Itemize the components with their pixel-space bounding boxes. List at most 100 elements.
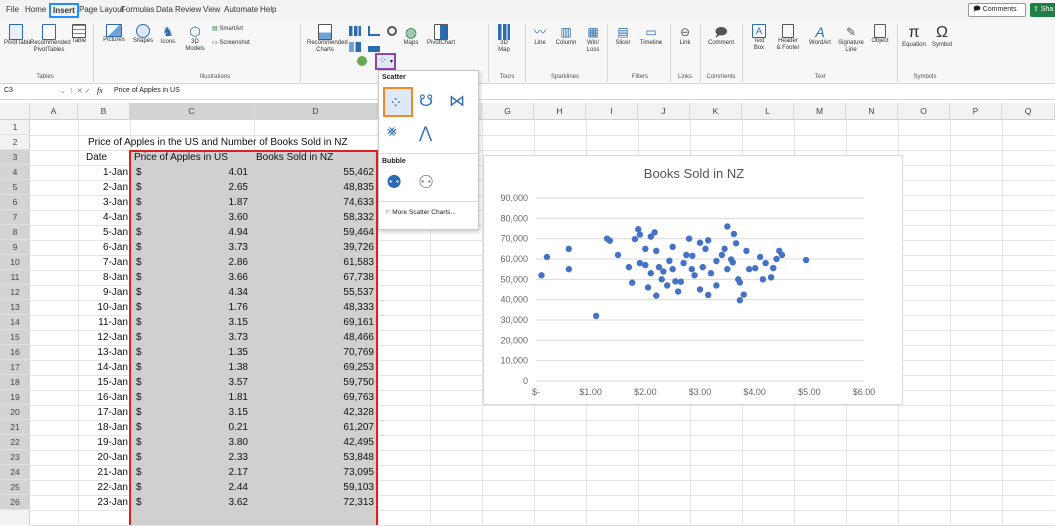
- currency-symbol[interactable]: $: [136, 465, 142, 480]
- data-point[interactable]: [752, 265, 759, 272]
- column-header[interactable]: A: [30, 103, 78, 120]
- sparkline-column-button[interactable]: ▥ Column: [553, 24, 579, 47]
- data-point[interactable]: [691, 272, 698, 279]
- data-point[interactable]: [666, 257, 673, 265]
- books-cell[interactable]: 74,633: [256, 195, 374, 210]
- equation-button[interactable]: π Equation: [900, 24, 928, 49]
- data-point[interactable]: [767, 274, 775, 281]
- share-button[interactable]: ⇧ Sha: [1030, 3, 1055, 17]
- slicer-button[interactable]: ▤ Slicer: [612, 24, 634, 47]
- data-point[interactable]: [721, 245, 728, 253]
- menu-home[interactable]: Home: [25, 5, 46, 14]
- bar-chart-icon[interactable]: [349, 42, 361, 52]
- header-footer-button[interactable]: Header & Footer: [773, 24, 803, 52]
- currency-symbol[interactable]: $: [136, 240, 142, 255]
- date-cell[interactable]: 6-Jan: [78, 240, 128, 255]
- books-cell[interactable]: 69,763: [256, 390, 374, 405]
- menu-help[interactable]: Help: [260, 5, 276, 14]
- data-point[interactable]: [644, 284, 652, 291]
- books-cell[interactable]: 48,835: [256, 180, 374, 195]
- date-cell[interactable]: 16-Jan: [78, 390, 128, 405]
- currency-symbol[interactable]: $: [136, 405, 142, 420]
- data-point[interactable]: [685, 235, 693, 242]
- data-point[interactable]: [658, 276, 665, 283]
- data-point[interactable]: [713, 257, 720, 265]
- column-header[interactable]: I: [586, 103, 638, 120]
- date-cell[interactable]: 9-Jan: [78, 285, 128, 300]
- column-header[interactable]: J: [638, 103, 690, 120]
- row-header[interactable]: 21: [0, 420, 30, 435]
- data-point[interactable]: [642, 245, 649, 253]
- row-header[interactable]: 11: [0, 270, 30, 285]
- price-cell[interactable]: 1.87: [150, 195, 248, 210]
- data-point[interactable]: [592, 312, 600, 320]
- menu-file[interactable]: File: [6, 5, 19, 14]
- price-cell[interactable]: 3.80: [150, 435, 248, 450]
- icons-button[interactable]: ♞ Icons: [158, 24, 178, 46]
- books-cell[interactable]: 61,583: [256, 255, 374, 270]
- scatter-option-straight[interactable]: ⋀: [417, 121, 443, 147]
- data-point[interactable]: [759, 276, 767, 283]
- date-cell[interactable]: 20-Jan: [78, 450, 128, 465]
- pie-chart-icon[interactable]: [387, 26, 397, 36]
- price-cell[interactable]: 3.15: [150, 405, 248, 420]
- price-cell[interactable]: 3.73: [150, 330, 248, 345]
- date-cell[interactable]: 14-Jan: [78, 360, 128, 375]
- currency-symbol[interactable]: $: [136, 285, 142, 300]
- data-point[interactable]: [756, 253, 764, 261]
- column-header[interactable]: K: [690, 103, 742, 120]
- combo-chart-icon[interactable]: [357, 56, 367, 66]
- column-header[interactable]: M: [794, 103, 846, 120]
- books-cell[interactable]: 70,769: [256, 345, 374, 360]
- data-point[interactable]: [729, 259, 736, 266]
- data-point[interactable]: [680, 259, 687, 267]
- formula-input[interactable]: Price of Apples in US: [114, 87, 180, 94]
- data-point[interactable]: [713, 282, 720, 289]
- data-point[interactable]: [696, 239, 704, 246]
- price-cell[interactable]: 2.44: [150, 480, 248, 495]
- row-header[interactable]: 5: [0, 180, 30, 195]
- row-header[interactable]: 8: [0, 225, 30, 240]
- row-header[interactable]: 9: [0, 240, 30, 255]
- data-point[interactable]: [677, 278, 685, 285]
- column-chart-icon[interactable]: [349, 26, 361, 36]
- data-point[interactable]: [543, 253, 551, 261]
- price-cell[interactable]: 1.38: [150, 360, 248, 375]
- scatter-chart-button[interactable]: ⁘ ▾: [375, 53, 396, 70]
- currency-symbol[interactable]: $: [136, 360, 142, 375]
- 3d-models-button[interactable]: ⬡ 3D Models: [182, 24, 208, 53]
- row-header[interactable]: 26: [0, 495, 30, 510]
- data-point[interactable]: [631, 235, 639, 243]
- recommended-charts-button[interactable]: Recommended Charts: [307, 24, 348, 54]
- books-cell[interactable]: 69,253: [256, 360, 374, 375]
- header-price[interactable]: Price of Apples in US: [134, 150, 228, 165]
- data-point[interactable]: [664, 282, 671, 289]
- books-cell[interactable]: 69,161: [256, 315, 374, 330]
- data-point[interactable]: [724, 265, 731, 273]
- date-cell[interactable]: 13-Jan: [78, 345, 128, 360]
- header-date[interactable]: Date: [86, 150, 107, 165]
- link-button[interactable]: ⊖ Link: [675, 24, 695, 47]
- pictures-button[interactable]: Pictures: [100, 24, 128, 44]
- date-cell[interactable]: 12-Jan: [78, 330, 128, 345]
- row-header[interactable]: 23: [0, 450, 30, 465]
- date-cell[interactable]: 2-Jan: [78, 180, 128, 195]
- data-point[interactable]: [672, 278, 679, 285]
- data-point[interactable]: [770, 264, 777, 272]
- row-header[interactable]: 14: [0, 315, 30, 330]
- books-cell[interactable]: 55,537: [256, 285, 374, 300]
- row-header[interactable]: 17: [0, 360, 30, 375]
- date-cell[interactable]: 4-Jan: [78, 210, 128, 225]
- line-chart-icon[interactable]: [368, 26, 380, 36]
- bubble-3d-option[interactable]: ⚇: [417, 171, 443, 197]
- data-point[interactable]: [778, 251, 786, 259]
- currency-symbol[interactable]: $: [136, 390, 142, 405]
- currency-symbol[interactable]: $: [136, 255, 142, 270]
- column-header[interactable]: B: [78, 103, 130, 120]
- data-point[interactable]: [740, 291, 747, 298]
- row-header[interactable]: 4: [0, 165, 30, 180]
- data-point[interactable]: [642, 261, 649, 269]
- currency-symbol[interactable]: $: [136, 435, 142, 450]
- menu-review[interactable]: Review: [175, 5, 201, 14]
- data-point[interactable]: [724, 223, 731, 230]
